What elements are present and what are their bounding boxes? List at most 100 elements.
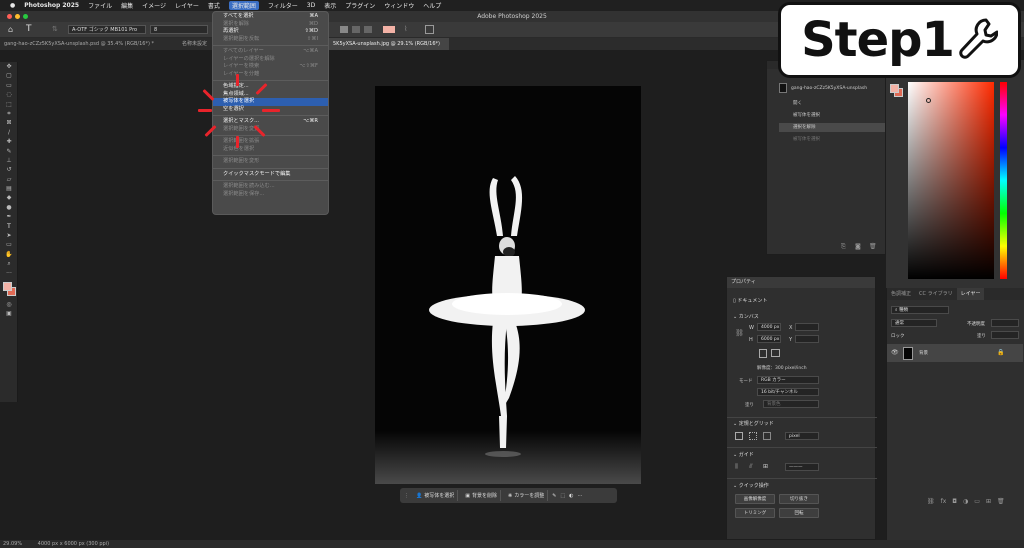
zoom-level[interactable]: 29.09% (3, 541, 22, 547)
align-right-icon[interactable] (364, 26, 372, 33)
opacity-field[interactable] (991, 319, 1019, 327)
gradient-tool-icon[interactable]: ▤ (0, 184, 18, 193)
select-menu-item[interactable]: 被写体を選択 (213, 98, 328, 106)
more-options-icon[interactable]: ··· (578, 493, 583, 499)
font-family-select[interactable]: A-OTF ゴシック MB101 Pro (68, 25, 146, 34)
apple-icon[interactable]: ● (10, 2, 15, 9)
canvas-section-label[interactable]: ⌄ カンバス (733, 313, 759, 320)
character-panel-icon[interactable] (425, 25, 434, 34)
guides-section[interactable]: ⌄ ガイド (733, 451, 754, 458)
minimize-window-button[interactable] (15, 14, 20, 19)
fx-icon[interactable]: fx (941, 498, 947, 505)
history-item[interactable]: 被写体を選択 (779, 135, 885, 144)
history-brush-icon[interactable]: ↺ (0, 165, 18, 174)
foreground-swatch[interactable] (890, 84, 899, 93)
orientation-toggle-icon[interactable]: ⇅ (52, 25, 58, 33)
x-field[interactable] (795, 323, 819, 331)
guide-style-select[interactable]: ——— (785, 463, 819, 471)
unit-select[interactable]: pixel (785, 432, 819, 440)
height-field[interactable]: 6000 px (757, 335, 781, 343)
menu-3d[interactable]: 3D (307, 2, 315, 9)
camera-icon[interactable]: ◙ (855, 243, 861, 250)
select-menu-item[interactable]: クイックマスクモードで編集 (213, 171, 328, 179)
blur-tool-icon[interactable]: ◆ (0, 193, 18, 202)
layer-kind-filter[interactable]: ⌕ 種類 (891, 306, 949, 314)
rulers-grid-section[interactable]: ⌄ 定規とグリッド (733, 420, 774, 427)
tab-cc-libraries[interactable]: CC ライブラリ (915, 288, 957, 300)
layer-row-background[interactable]: 👁 背景 🔒 (887, 344, 1023, 362)
menu-edit[interactable]: 編集 (121, 1, 133, 10)
pen-tool-icon[interactable]: ✒ (0, 212, 18, 221)
move-tool-icon[interactable]: ✥ (0, 62, 18, 71)
new-group-icon[interactable]: ▭ (974, 498, 980, 505)
more-tools-icon[interactable]: ··· (0, 269, 18, 278)
warp-text-icon[interactable]: ⌇ (404, 25, 407, 33)
tab-psd[interactable]: gang-hao-zCZz5K5yXSA-unsplash.psd @ 35.4… (0, 38, 178, 50)
menu-window[interactable]: ウィンドウ (384, 1, 414, 10)
select-menu-item[interactable]: 色域指定... (213, 83, 328, 91)
crop-button[interactable]: 切り抜き (779, 494, 819, 504)
adjustment-layer-icon[interactable]: ◑ (963, 498, 968, 505)
font-size-select[interactable]: 8 (150, 25, 208, 34)
trim-button[interactable]: トリミング (735, 508, 775, 518)
select-subject-button[interactable]: 👤 被写体を選択 (413, 490, 459, 501)
menu-plugins[interactable]: プラグイン (345, 1, 375, 10)
object-select-tool-icon[interactable]: ⬚ (0, 100, 18, 109)
marquee-tool-icon[interactable]: ▭ (0, 81, 18, 90)
tab-adjustments[interactable]: 色調補正 (887, 288, 915, 300)
link-icon[interactable]: ⛓ (735, 329, 744, 337)
lasso-tool-icon[interactable]: ◌ (0, 90, 18, 99)
tab-jpg[interactable]: 5K5yXSA-unsplash.jpg @ 29.1% (RGB/16*) (329, 38, 449, 50)
screen-mode-icon[interactable]: ▣ (0, 309, 18, 318)
frame-tool-icon[interactable]: ⊠ (0, 118, 18, 127)
blend-mode-select[interactable]: 通常 (891, 319, 937, 327)
eyedropper-tool-icon[interactable]: ∕ (0, 128, 18, 137)
brush-tool-icon[interactable]: ✎ (0, 147, 18, 156)
brush-icon[interactable]: ✎ (552, 493, 556, 499)
history-item[interactable]: 開く (779, 99, 885, 108)
quick-mask-icon[interactable]: ◎ (0, 300, 18, 309)
zoom-window-button[interactable] (23, 14, 28, 19)
trash-icon[interactable]: 🗑 (997, 498, 1005, 505)
guide-vertical-icon[interactable]: ⫼ (735, 463, 738, 471)
foreground-color-swatch[interactable] (3, 281, 12, 291)
menu-image[interactable]: イメージ (142, 1, 166, 10)
close-window-button[interactable] (7, 14, 12, 19)
transform-icon[interactable]: ⬚ (560, 493, 565, 499)
type-tool-icon[interactable]: T (0, 222, 18, 231)
menu-help[interactable]: ヘルプ (423, 1, 441, 10)
fill-select[interactable]: 背景色 (763, 400, 819, 408)
color-cursor[interactable] (926, 98, 931, 103)
width-field[interactable]: 4000 px (757, 323, 781, 331)
y-field[interactable] (795, 335, 819, 343)
path-select-icon[interactable]: ➤ (0, 231, 18, 240)
guide-add-icon[interactable]: ⊞ (763, 463, 768, 470)
grid-icon[interactable] (749, 432, 757, 440)
stamp-tool-icon[interactable]: ⊥ (0, 156, 18, 165)
select-menu-item[interactable]: 再選択 ⇧⌘D (213, 28, 328, 36)
portrait-icon[interactable] (759, 349, 767, 358)
menu-filter[interactable]: フィルター (268, 1, 298, 10)
align-center-icon[interactable] (352, 26, 360, 33)
document-image[interactable] (375, 86, 641, 484)
pixel-grid-icon[interactable] (763, 432, 771, 440)
link-layers-icon[interactable]: ⛓ (927, 498, 935, 505)
menu-type[interactable]: 書式 (208, 1, 220, 10)
new-layer-icon[interactable]: ⊞ (986, 498, 991, 505)
rotate-button[interactable]: 回転 (779, 508, 819, 518)
hue-slider[interactable] (1000, 82, 1007, 279)
ruler-icon[interactable] (735, 432, 743, 440)
drag-handle-icon[interactable]: ⋮ (404, 493, 409, 499)
hand-tool-icon[interactable]: ✋ (0, 250, 18, 259)
new-document-from-state-icon[interactable]: ⎘ (841, 243, 846, 251)
history-snapshot-name[interactable]: gang-hao-zCZz5K5yXSA-unsplash (791, 86, 867, 91)
eye-icon[interactable]: 👁 (891, 349, 899, 356)
saturation-brightness-field[interactable] (908, 82, 994, 279)
adjust-color-button[interactable]: ❋ カラーを調整 (505, 490, 549, 501)
remove-background-button[interactable]: ▣ 背景を削除 (462, 490, 501, 501)
eraser-tool-icon[interactable]: ▱ (0, 175, 18, 184)
image-size-button[interactable]: 画像解像度 (735, 494, 775, 504)
dodge-tool-icon[interactable]: ● (0, 203, 18, 212)
contrast-icon[interactable]: ◐ (569, 493, 573, 499)
shape-tool-icon[interactable]: ▭ (0, 240, 18, 249)
